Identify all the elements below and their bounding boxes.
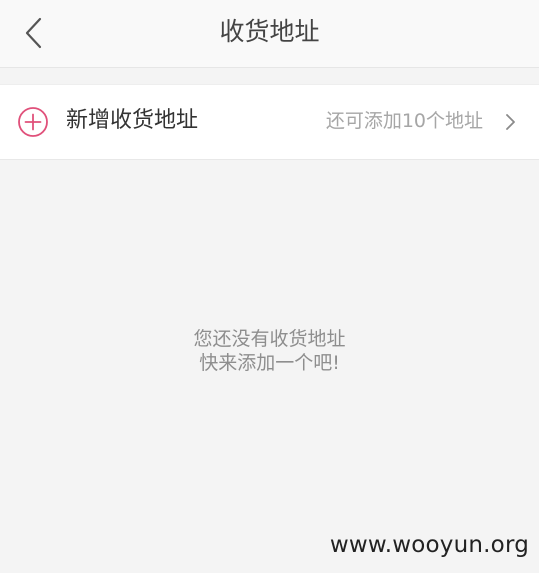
- remaining-count-text: 还可添加10个地址: [325, 110, 483, 132]
- plus-circle-icon: [18, 107, 48, 137]
- empty-state-message: 您还没有收货地址 快来添加一个吧!: [0, 327, 539, 375]
- navigation-bar: 收货地址: [0, 0, 539, 68]
- watermark-text: www.wooyun.org: [329, 532, 529, 558]
- chevron-right-icon: [506, 114, 515, 130]
- empty-state-line-2: 快来添加一个吧!: [199, 352, 340, 374]
- add-address-label: 新增收货地址: [66, 108, 199, 133]
- empty-state-line-1: 您还没有收货地址: [193, 328, 346, 350]
- add-address-row[interactable]: 新增收货地址 还可添加10个地址: [0, 84, 539, 160]
- page-title: 收货地址: [219, 17, 320, 46]
